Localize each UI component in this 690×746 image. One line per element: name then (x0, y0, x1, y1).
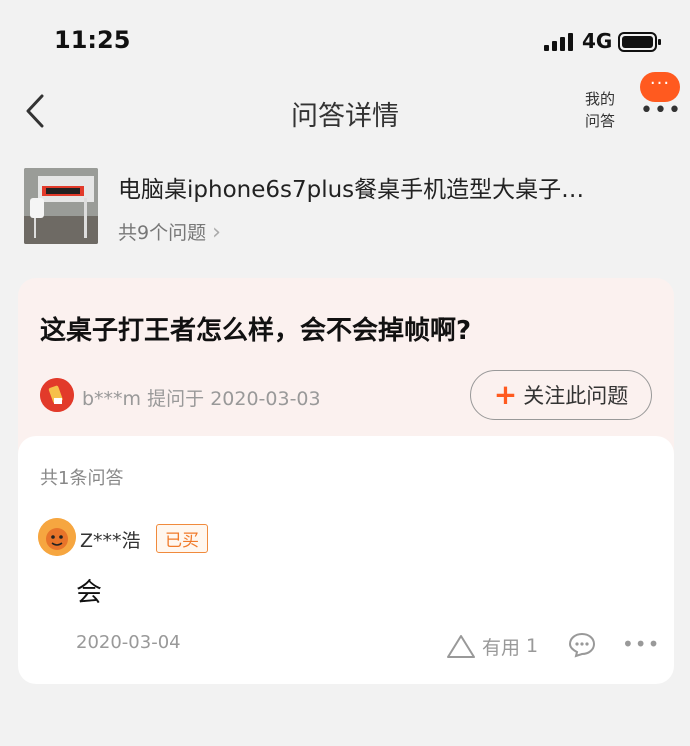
useful-label: 有用 (482, 636, 521, 659)
nav-bar: 问答详情 我的 问答 ··· ••• (0, 72, 690, 150)
asked-date: 2020-03-03 (210, 388, 321, 410)
product-summary[interactable]: 电脑桌iphone6s7plus餐桌手机造型大桌子… 共9个问题 › (24, 168, 664, 248)
thumb-up-icon (447, 635, 475, 658)
status-time: 11:25 (54, 26, 131, 54)
product-title: 电脑桌iphone6s7plus餐桌手机造型大桌子… (118, 177, 585, 203)
asked-label: 提问于 (147, 388, 205, 410)
back-icon[interactable] (22, 92, 48, 130)
product-question-count[interactable]: 共9个问题 › (118, 218, 221, 245)
avatar (38, 518, 76, 556)
answer-date: 2020-03-04 (76, 632, 181, 653)
asker-avatar (40, 378, 74, 412)
comment-icon[interactable] (568, 632, 596, 658)
my-answers-button[interactable]: 我的 问答 (580, 88, 620, 132)
answers-count: 共1条问答 (40, 468, 124, 489)
question-title: 这桌子打王者怎么样，会不会掉帧啊? (40, 316, 472, 346)
status-bar: 11:25 4G (0, 0, 690, 80)
follow-label: 关注此问题 (523, 384, 629, 408)
useful-count: 1 (526, 635, 539, 657)
network-label: 4G (582, 29, 613, 53)
my-answers-line1: 我的 (584, 90, 615, 108)
plus-icon: + (493, 378, 518, 411)
question-count-label: 共9个问题 (118, 222, 207, 244)
asker-meta: b***m 提问于 2020-03-03 (82, 384, 321, 411)
question-card: 这桌子打王者怎么样，会不会掉帧啊? b***m 提问于 2020-03-03 +… (18, 278, 674, 458)
signal-icon (544, 33, 573, 51)
status-badge: 已买 (156, 524, 208, 553)
answerer-name: Z***浩 (80, 530, 141, 552)
answers-card: 共1条问答 Z***浩 已买 会 2020-03-04 有用 1 ••• (18, 436, 674, 684)
follow-question-button[interactable]: + 关注此问题 (470, 370, 652, 420)
battery-icon (618, 32, 661, 52)
product-thumbnail (24, 168, 98, 244)
asker-name: b***m (82, 388, 142, 410)
chevron-right-icon: › (212, 220, 221, 245)
my-answers-line2: 问答 (584, 112, 615, 130)
more-icon[interactable]: ••• (640, 98, 682, 123)
more-icon[interactable]: ••• (622, 632, 660, 656)
answer-text: 会 (76, 578, 103, 608)
useful-button[interactable]: 有用 1 (446, 632, 538, 660)
